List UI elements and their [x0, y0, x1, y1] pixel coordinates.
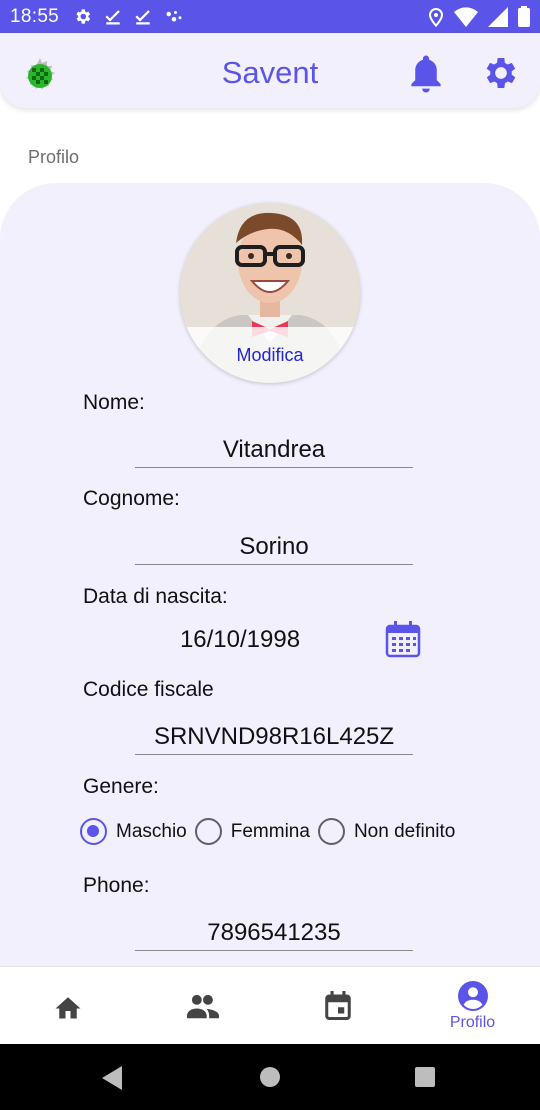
bell-icon[interactable] — [407, 54, 445, 94]
radio-femmina-circle[interactable] — [194, 818, 222, 845]
battery-icon — [518, 6, 530, 27]
nav-people[interactable] — [135, 967, 270, 1045]
status-bar: 18:55 — [0, 0, 540, 33]
codice-fiscale-underline — [135, 754, 413, 755]
home-icon — [55, 997, 80, 1019]
data-nascita-value[interactable]: 16/10/1998 — [150, 626, 330, 654]
assistant-dots-icon — [166, 10, 182, 21]
account-circle-icon — [457, 980, 488, 1011]
status-time: 18:55 — [10, 5, 60, 27]
location-icon — [428, 7, 444, 27]
edit-photo-link[interactable]: Modifica — [180, 327, 360, 383]
system-nav-bar — [0, 1044, 540, 1110]
back-icon[interactable] — [102, 1066, 124, 1090]
nav-home[interactable] — [0, 967, 135, 1045]
home-circle-icon[interactable] — [259, 1066, 281, 1088]
check-icon — [135, 9, 150, 24]
radio-non-definito[interactable]: Non definito — [317, 818, 456, 845]
avatar[interactable]: Modifica — [180, 203, 360, 383]
cognome-label: Cognome: — [83, 487, 180, 510]
codice-fiscale-input[interactable]: SRNVND98R16L425Z — [135, 723, 413, 751]
nome-label: Nome: — [83, 391, 145, 414]
radio-non-definito-label: Non definito — [353, 820, 456, 842]
bottom-nav: Profilo — [0, 966, 540, 1044]
check-icon — [105, 9, 120, 24]
cognome-underline — [135, 564, 413, 565]
nome-underline — [135, 467, 413, 468]
radio-non-definito-circle[interactable] — [317, 818, 345, 845]
genere-label: Genere: — [83, 775, 159, 798]
radio-maschio-circle[interactable] — [80, 818, 107, 845]
data-nascita-label: Data di nascita: — [83, 585, 228, 608]
nav-profile[interactable]: Profilo — [405, 967, 540, 1045]
people-icon — [186, 994, 219, 1019]
app-bar: Savent — [0, 33, 540, 108]
recents-icon[interactable] — [414, 1066, 436, 1088]
cognome-input[interactable]: Sorino — [135, 533, 413, 561]
phone-input[interactable]: 7896541235 — [135, 919, 413, 947]
event-icon — [324, 991, 351, 1020]
nav-events[interactable] — [270, 967, 405, 1045]
phone-underline — [135, 950, 413, 951]
nav-profile-label: Profilo — [449, 1013, 496, 1031]
codice-fiscale-label: Codice fiscale — [83, 678, 214, 701]
phone-label: Phone: — [83, 874, 150, 897]
gear-icon[interactable] — [481, 53, 521, 93]
settings-icon — [76, 9, 91, 24]
calendar-icon[interactable] — [385, 620, 421, 658]
signal-icon — [488, 6, 508, 27]
radio-maschio-label: Maschio — [116, 820, 187, 842]
app-title: Savent — [221, 55, 319, 90]
radio-femmina-label: Femmina — [230, 820, 310, 842]
radio-maschio[interactable]: Maschio — [80, 818, 187, 845]
genere-radio-group: Maschio Femmina Non definito — [80, 818, 463, 845]
radio-femmina[interactable]: Femmina — [194, 818, 310, 845]
section-label: Profilo — [28, 147, 80, 167]
nome-input[interactable]: Vitandrea — [135, 436, 413, 464]
wifi-icon — [454, 6, 478, 27]
